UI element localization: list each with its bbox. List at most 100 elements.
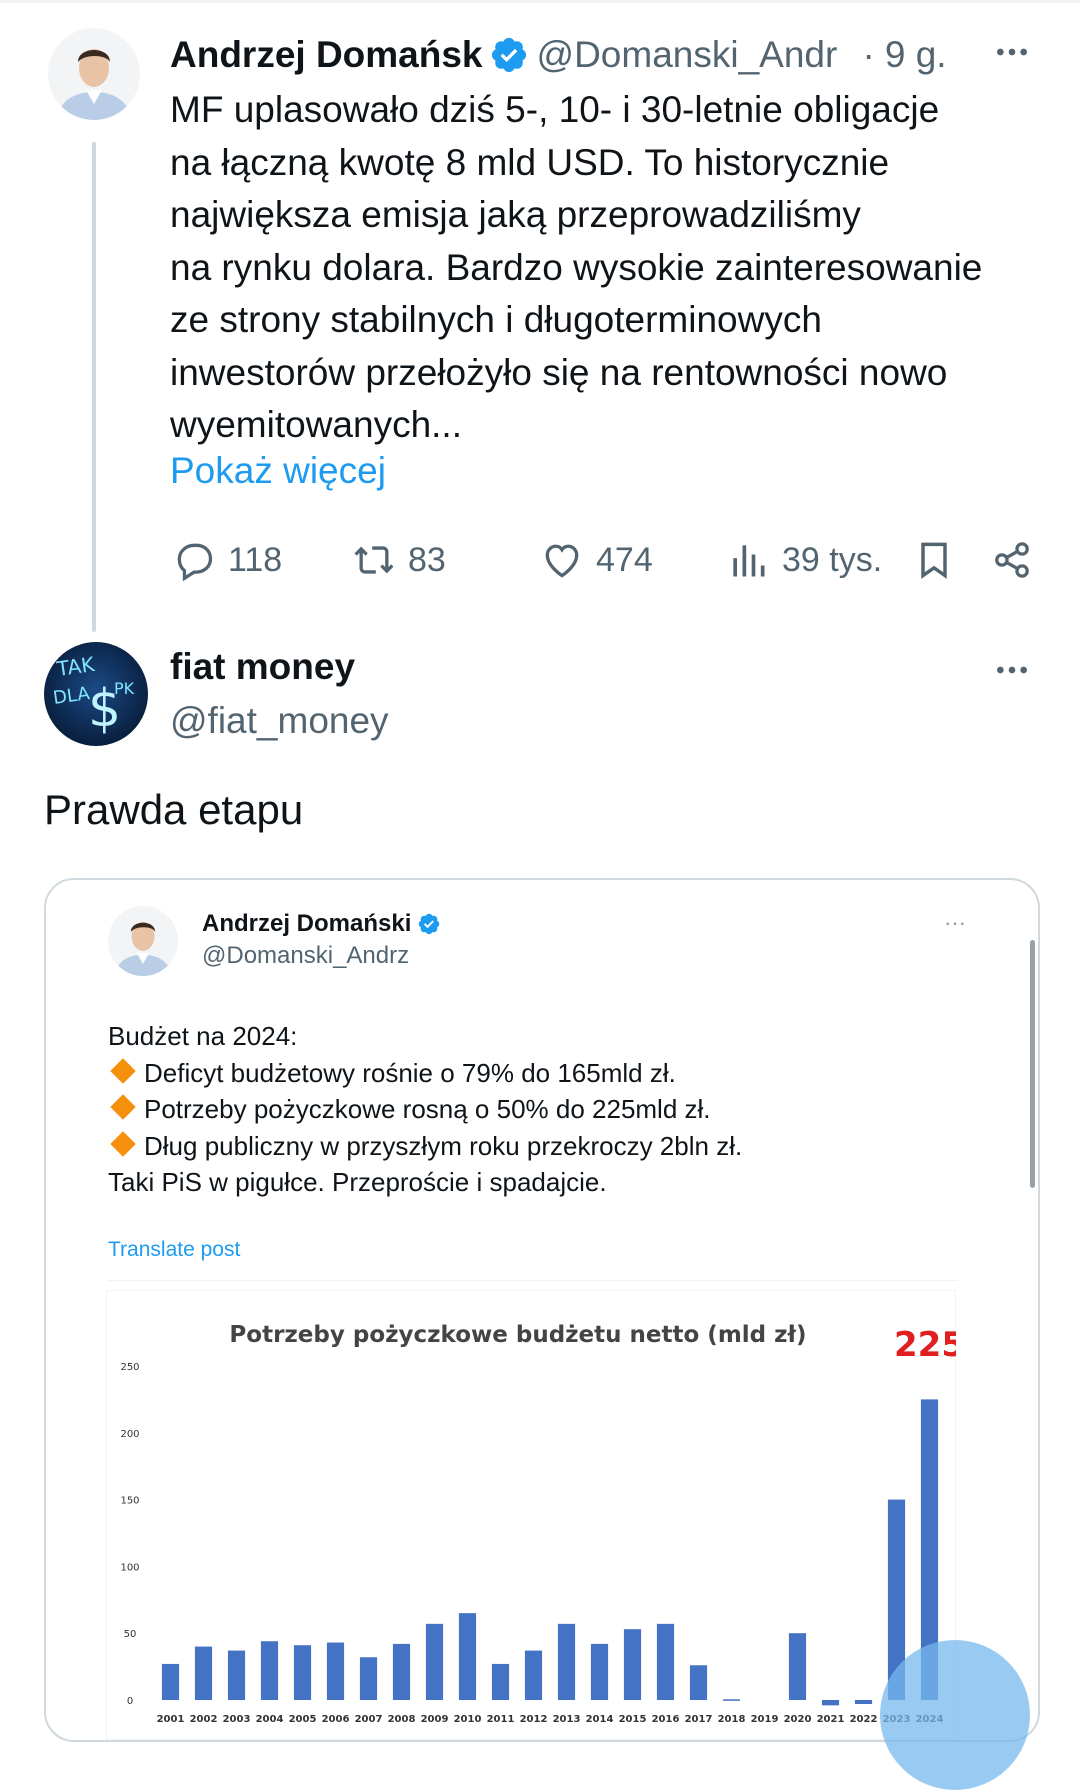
show-more-link[interactable]: Pokaż więcej bbox=[170, 450, 386, 492]
heart-icon bbox=[545, 544, 579, 578]
x-tick-label: 2018 bbox=[718, 1714, 746, 1725]
chart-title: Potrzeby pożyczkowe budżetu netto (mld z… bbox=[229, 1322, 806, 1348]
bar-2015 bbox=[623, 1629, 642, 1700]
avatar-word: PK bbox=[114, 679, 135, 698]
x-tick-label: 2013 bbox=[553, 1714, 581, 1725]
verified-badge-icon bbox=[489, 35, 529, 75]
tweet-time[interactable]: 9 g. bbox=[885, 34, 947, 76]
bar-2008 bbox=[392, 1643, 411, 1700]
x-tick-label: 2014 bbox=[586, 1714, 614, 1725]
x-tick-label: 2016 bbox=[652, 1714, 680, 1725]
bar-2022 bbox=[854, 1700, 873, 1705]
views-chart-icon bbox=[733, 545, 765, 577]
chart-annotation: 225 bbox=[894, 1325, 956, 1365]
author-name[interactable]: Andrzej Domańsk bbox=[170, 34, 483, 76]
bar-2017 bbox=[689, 1665, 708, 1700]
avatar-andrzej-domanski[interactable] bbox=[48, 28, 140, 120]
thread-line bbox=[92, 142, 96, 632]
embedded-tweet-screenshot: Andrzej Domański @Domanski_Andrz ··· Bud… bbox=[82, 880, 1002, 1740]
y-tick-label: 150 bbox=[120, 1496, 139, 1507]
bar-2004 bbox=[260, 1641, 279, 1700]
y-tick-label: 100 bbox=[120, 1562, 139, 1573]
x-tick-label: 2004 bbox=[256, 1714, 284, 1725]
embedded-avatar bbox=[108, 906, 178, 976]
tweet-line: na rynku dolara. Bardzo wysokie zaintere… bbox=[170, 246, 983, 288]
x-tick-label: 2002 bbox=[190, 1714, 218, 1725]
embedded-bullet: Deficyt budżetowy rośnie o 79% do 165mld… bbox=[108, 1055, 968, 1092]
bookmark-button[interactable] bbox=[912, 538, 968, 582]
share-button[interactable] bbox=[990, 538, 1046, 582]
y-tick-label: 50 bbox=[124, 1629, 137, 1640]
y-tick-label: 250 bbox=[120, 1362, 139, 1373]
bar-2021 bbox=[821, 1700, 840, 1706]
orange-diamond-icon bbox=[110, 1057, 136, 1084]
orange-diamond-icon bbox=[110, 1094, 136, 1120]
x-tick-label: 2017 bbox=[685, 1714, 713, 1725]
orange-diamond-icon bbox=[110, 1130, 136, 1157]
tweet-line: na łączną kwotę 8 mld USD. To historyczn… bbox=[170, 141, 890, 183]
verified-badge-icon bbox=[417, 912, 441, 936]
like-count: 474 bbox=[596, 540, 653, 579]
x-tick-label: 2022 bbox=[850, 1714, 878, 1725]
bullet-text: Deficyt budżetowy rośnie o 79% do 165mld… bbox=[144, 1057, 676, 1088]
like-button[interactable]: 474 bbox=[540, 538, 653, 582]
repost-icon bbox=[354, 546, 394, 574]
x-tick-label: 2015 bbox=[619, 1714, 647, 1725]
more-horizontal-icon[interactable] bbox=[992, 32, 1032, 82]
more-horizontal-icon[interactable] bbox=[992, 650, 1032, 700]
tweet-line: wyemitowanych... bbox=[170, 404, 462, 445]
reply-button[interactable]: 118 bbox=[172, 538, 282, 582]
repost-count: 83 bbox=[408, 540, 446, 579]
repost-button[interactable]: 83 bbox=[352, 538, 446, 582]
embedded-more-icon: ··· bbox=[944, 910, 966, 935]
borrowing-needs-bar-chart: Potrzeby pożyczkowe budżetu netto (mld z… bbox=[106, 1290, 956, 1740]
embedded-intro: Budżet na 2024: bbox=[108, 1021, 298, 1051]
scrollbar[interactable] bbox=[1030, 940, 1035, 1188]
avatar-fiat-money[interactable]: TAK DLA $ PK bbox=[44, 642, 148, 746]
tweet-line: MF uplasowało dziś 5-, 10- i 30-letnie o… bbox=[170, 89, 940, 130]
x-tick-label: 2010 bbox=[454, 1714, 482, 1725]
compose-fab-button[interactable] bbox=[880, 1640, 1030, 1790]
dot-separator: · bbox=[862, 34, 875, 75]
bullet-text: Potrzeby pożyczkowe rosną o 50% do 225ml… bbox=[144, 1094, 711, 1124]
x-tick-label: 2008 bbox=[388, 1714, 416, 1725]
views-button[interactable]: 39 tys. bbox=[726, 538, 882, 582]
bar-2002 bbox=[194, 1646, 213, 1700]
bar-2006 bbox=[326, 1642, 345, 1700]
y-tick-label: 200 bbox=[120, 1429, 139, 1440]
top-divider bbox=[0, 0, 1080, 3]
tweet-text: Prawda etapu bbox=[44, 786, 304, 833]
embedded-divider bbox=[108, 1280, 958, 1281]
bar-2009 bbox=[425, 1623, 444, 1700]
author-handle[interactable]: @fiat_money bbox=[170, 700, 389, 742]
bar-2007 bbox=[359, 1657, 378, 1700]
x-tick-label: 2009 bbox=[421, 1714, 449, 1725]
tweet-line: ze strony stabilnych i długoterminowych bbox=[170, 299, 822, 340]
author-name[interactable]: fiat money bbox=[170, 646, 355, 688]
bar-2020 bbox=[788, 1633, 807, 1700]
tweet-line: największa emisja jaką przeprowadziliśmy bbox=[170, 194, 861, 235]
embedded-text: Budżet na 2024: Deficyt budżetowy rośnie… bbox=[108, 1018, 968, 1201]
x-tick-label: 2020 bbox=[784, 1714, 812, 1725]
embedded-author-name: Andrzej Domański bbox=[202, 910, 412, 937]
tweet1-header: Andrzej Domańsk @Domanski_Andr · 9 g. bbox=[170, 30, 947, 80]
bar-2016 bbox=[656, 1623, 675, 1700]
attached-image[interactable]: Andrzej Domański @Domanski_Andrz ··· Bud… bbox=[44, 878, 1040, 1742]
bar-2011 bbox=[491, 1663, 510, 1700]
x-tick-label: 2005 bbox=[289, 1714, 317, 1725]
bookmark-icon bbox=[921, 542, 947, 579]
reply-icon bbox=[177, 543, 213, 582]
bar-2013 bbox=[557, 1623, 576, 1700]
share-icon bbox=[995, 542, 1029, 578]
x-tick-label: 2007 bbox=[355, 1714, 383, 1725]
bar-2010 bbox=[458, 1613, 477, 1700]
views-count: 39 tys. bbox=[782, 540, 883, 579]
translate-post-link: Translate post bbox=[108, 1238, 241, 1261]
bar-2001 bbox=[161, 1663, 180, 1700]
x-tick-label: 2006 bbox=[322, 1714, 350, 1725]
bar-2014 bbox=[590, 1643, 609, 1700]
author-handle[interactable]: @Domanski_Andr bbox=[537, 34, 855, 76]
y-tick-label: 0 bbox=[127, 1696, 133, 1707]
x-tick-label: 2001 bbox=[157, 1714, 185, 1725]
bar-2018 bbox=[722, 1699, 741, 1701]
